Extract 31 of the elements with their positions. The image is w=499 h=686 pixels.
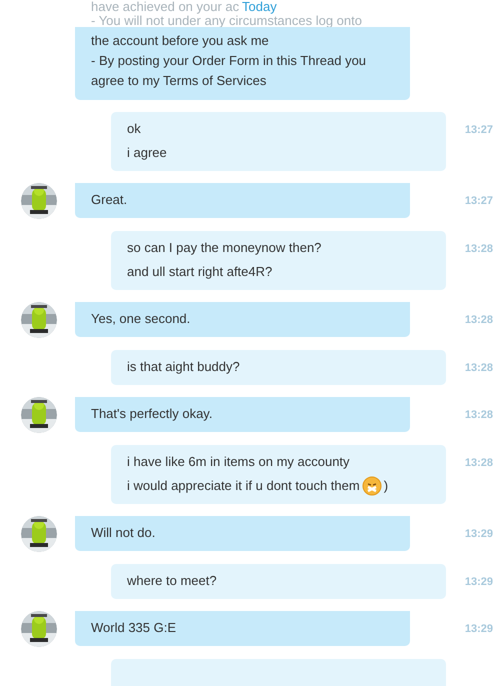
- message-time: 13:28: [464, 456, 493, 471]
- emoticon-icon: [362, 476, 382, 496]
- message-text: Great.: [91, 191, 128, 209]
- message-text: i agree: [127, 144, 167, 162]
- message-time: 13:29: [464, 575, 493, 590]
- message-text: Yes, one second.: [91, 310, 190, 328]
- message-text: Will not do.: [91, 524, 156, 542]
- message-text: i would appreciate it if u dont touch them: [127, 477, 360, 495]
- message-time: 13:28: [464, 242, 493, 257]
- message-text: and ull start right afte4R?: [127, 263, 272, 281]
- message-time: 13:27: [464, 123, 493, 138]
- message-text: ok: [127, 120, 141, 138]
- message-time: 13:29: [464, 622, 493, 637]
- faded-message-text: have achieved on your ac: [91, 0, 240, 14]
- message-text: agree to my Terms of Services: [91, 72, 266, 90]
- message-text: i have like 6m in items on my accounty: [127, 453, 350, 471]
- message-time: 13:28: [464, 313, 493, 328]
- message-text: That's perfectly okay.: [91, 405, 212, 423]
- message-text: the account before you ask me: [91, 32, 269, 50]
- message-text: where to meet?: [127, 572, 217, 590]
- message-time: 13:29: [464, 527, 493, 542]
- message-time: 13:27: [464, 194, 493, 209]
- message-text: so can I pay the moneynow then?: [127, 239, 322, 257]
- message-time: 13:28: [464, 361, 493, 376]
- message-text: is that aight buddy?: [127, 358, 240, 376]
- message-text: World 335 G:E: [91, 619, 176, 637]
- date-header: Today: [242, 0, 277, 13]
- message-time: 13:28: [464, 408, 493, 423]
- faded-message-text: - You will not under any circumstances log onto: [91, 14, 362, 27]
- message-text: ): [384, 477, 388, 495]
- message-text: - By posting your Order Form in this Thread you: [91, 52, 366, 70]
